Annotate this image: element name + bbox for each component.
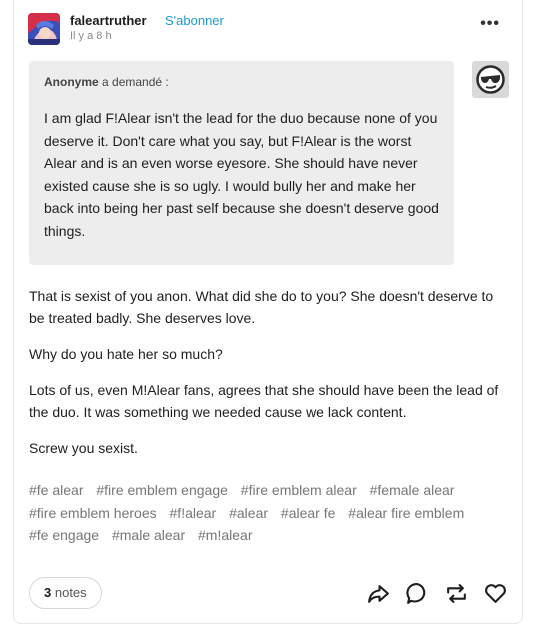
post-actions — [366, 581, 508, 607]
tag-link[interactable]: #f!alear — [170, 505, 217, 521]
answer-paragraph: Screw you sexist. — [29, 440, 138, 456]
tag-link[interactable]: #m!alear — [198, 527, 252, 543]
blog-name[interactable]: faleartruther — [70, 13, 147, 28]
post-card: faleartruther S'abonner Il y a 8 h ••• A… — [13, 0, 523, 624]
tag-link[interactable]: #alear fire emblem — [348, 505, 464, 521]
share-icon[interactable] — [366, 581, 391, 606]
answer-paragraph: That is sexist of you anon. What did she… — [29, 288, 494, 326]
asker-name: Anonyme — [44, 75, 99, 89]
tag-link[interactable]: #alear — [229, 505, 268, 521]
post-header: faleartruther S'abonner Il y a 8 h ••• — [28, 13, 508, 47]
reblog-icon[interactable] — [444, 581, 469, 606]
more-options-icon[interactable]: ••• — [480, 15, 500, 33]
heart-icon[interactable] — [483, 581, 508, 606]
follow-button[interactable]: S'abonner — [165, 13, 224, 28]
tag-link[interactable]: #fe engage — [29, 527, 99, 543]
asker-line: Anonyme a demandé : — [44, 75, 439, 89]
reply-icon[interactable] — [405, 581, 430, 606]
answer-paragraph: Why do you hate her so much? — [29, 346, 223, 362]
tag-link[interactable]: #fe alear — [29, 482, 83, 498]
asker-suffix: a demandé : — [102, 75, 169, 89]
tag-link[interactable]: #fire emblem alear — [241, 482, 357, 498]
ask-box: Anonyme a demandé : I am glad F!Alear is… — [29, 61, 454, 265]
tag-link[interactable]: #alear fe — [281, 505, 335, 521]
answer-body: That is sexist of you anon. What did she… — [29, 285, 509, 473]
anonymous-avatar — [472, 61, 509, 98]
tag-link[interactable]: #male alear — [112, 527, 185, 543]
post-timestamp: Il y a 8 h — [70, 30, 112, 42]
tag-link[interactable]: #female alear — [370, 482, 455, 498]
ask-text: I am glad F!Alear isn't the lead for the… — [44, 110, 439, 239]
tag-link[interactable]: #fire emblem heroes — [29, 505, 157, 521]
blog-avatar[interactable] — [28, 13, 60, 45]
notes-button[interactable]: 3 notes — [29, 577, 102, 609]
tag-list: #fe alear #fire emblem engage #fire embl… — [29, 479, 514, 547]
notes-count: 3 — [44, 585, 52, 600]
notes-label: notes — [54, 585, 87, 600]
tag-link[interactable]: #fire emblem engage — [96, 482, 228, 498]
answer-paragraph: Lots of us, even M!Alear fans, agrees th… — [29, 382, 499, 420]
